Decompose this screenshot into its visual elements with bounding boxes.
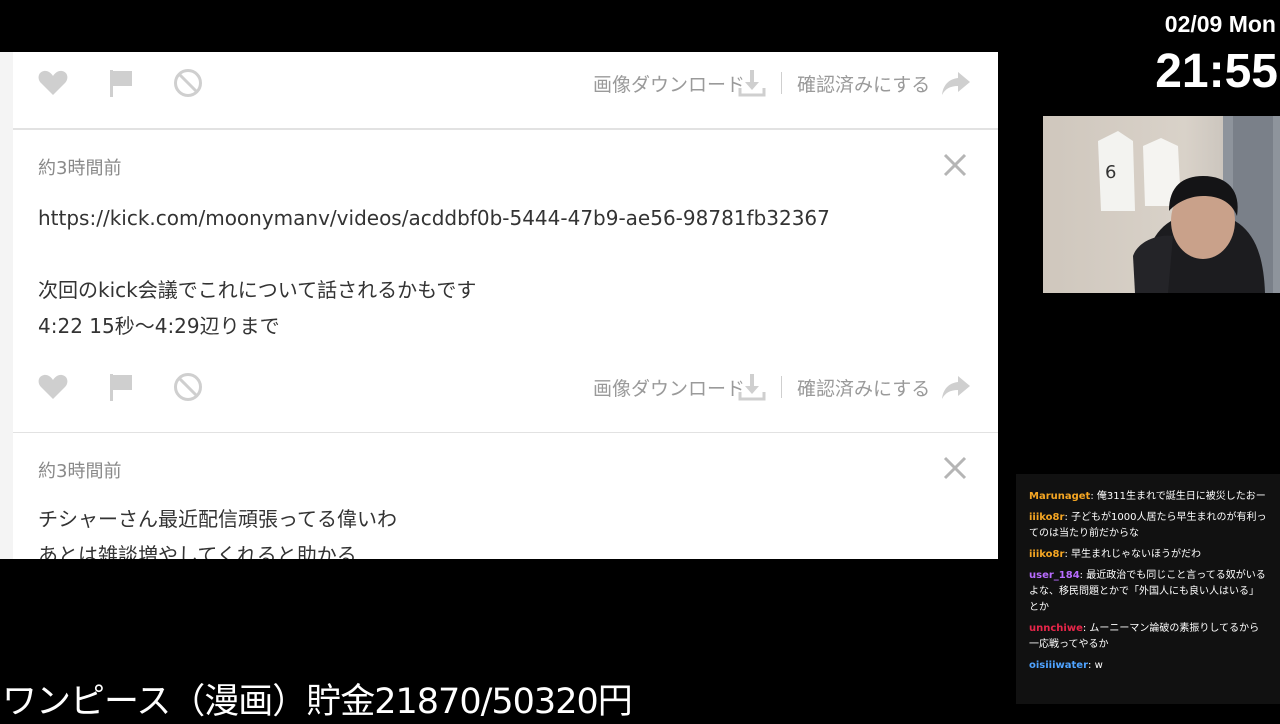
mark-confirmed-link[interactable]: 確認済みにする xyxy=(797,70,930,97)
post-actions: 画像ダウンロード 確認済みにする xyxy=(13,62,998,102)
post-line: 次回のkick会議でこれについて話されるかもです xyxy=(38,278,477,302)
download-icon[interactable] xyxy=(735,66,769,100)
chat-message: Marunaget: 俺311生まれで誕生日に被災したおー xyxy=(1029,491,1266,502)
post-line: チシャーさん最近配信頑張ってる偉いわ xyxy=(38,507,397,531)
clock-date: 02/09 Mon xyxy=(1164,11,1276,37)
post-timestamp: 約3時間前 xyxy=(38,461,122,482)
download-image-link[interactable]: 画像ダウンロード xyxy=(593,374,745,401)
chat-username[interactable]: iiiko8r xyxy=(1029,512,1064,523)
block-icon[interactable] xyxy=(171,66,205,100)
chat-username[interactable]: iiiko8r xyxy=(1029,549,1064,560)
action-separator xyxy=(781,72,782,94)
mark-confirmed-link[interactable]: 確認済みにする xyxy=(797,374,930,401)
heart-icon[interactable] xyxy=(36,66,70,100)
svg-text:6: 6 xyxy=(1105,162,1116,183)
share-arrow-icon[interactable] xyxy=(939,66,973,100)
clock-time: 21:55 xyxy=(1155,45,1278,98)
chat-text: 俺311生まれで誕生日に被災したおー xyxy=(1096,491,1266,502)
chat-username[interactable]: Marunaget xyxy=(1029,491,1090,502)
close-icon[interactable] xyxy=(942,152,968,178)
post-body: チシャーさん最近配信頑張ってる偉いわ あとは雑談増やしてくれると助かる xyxy=(38,501,397,559)
block-icon[interactable] xyxy=(171,370,205,404)
chat-message: oisiiiwater: w xyxy=(1029,660,1103,671)
flag-icon[interactable] xyxy=(104,370,138,404)
chat-cutoff-line xyxy=(1016,474,1280,489)
post-line xyxy=(38,236,830,272)
webcam-feed: 6 xyxy=(1043,116,1280,293)
post-line: 4:22 15秒～4:29辺りまで xyxy=(38,314,280,338)
savings-ticker: ワンピース（漫画）貯金21870/50320円 xyxy=(2,682,633,722)
post-line: あとは雑談増やしてくれると助かる xyxy=(38,543,357,559)
chat-text: w xyxy=(1094,660,1103,671)
chat-username[interactable]: user_184 xyxy=(1029,570,1080,581)
post-card: 約3時間前 チシャーさん最近配信頑張ってる偉いわ あとは雑談増やしてくれると助か… xyxy=(13,432,998,559)
chat-message: unnchiwe: ムーニーマン論破の素振りしてるから一応戦ってやるか xyxy=(1029,623,1260,650)
post-actions: 画像ダウンロード 確認済みにする xyxy=(13,366,998,406)
chat-text: 早生まれじゃないほうがだわ xyxy=(1071,549,1201,560)
download-icon[interactable] xyxy=(735,370,769,404)
chat-message: user_184: 最近政治でも同じこと言ってる奴がいるよな、移民問題とかで「外… xyxy=(1029,570,1266,613)
chat-message: iiiko8r: 子どもが1000人居たら早生まれのが有利ってのは当たり前だから… xyxy=(1029,512,1267,539)
post-body: https://kick.com/moonymanv/videos/acddbf… xyxy=(38,200,830,344)
chat-text: 子どもが1000人居たら早生まれのが有利ってのは当たり前だからな xyxy=(1029,512,1267,539)
chat-username[interactable]: oisiiiwater xyxy=(1029,660,1088,671)
post-card-previous: 画像ダウンロード 確認済みにする xyxy=(13,52,998,129)
webcam-image: 6 xyxy=(1098,116,1280,293)
post-link[interactable]: https://kick.com/moonymanv/videos/acddbf… xyxy=(38,200,830,236)
heart-icon[interactable] xyxy=(36,370,70,404)
chat-message: iiiko8r: 早生まれじゃないほうがだわ xyxy=(1029,549,1201,560)
post-card: 約3時間前 https://kick.com/moonymanv/videos/… xyxy=(13,129,998,433)
download-image-link[interactable]: 画像ダウンロード xyxy=(593,70,745,97)
post-timestamp: 約3時間前 xyxy=(38,158,122,179)
review-panel: 画像ダウンロード 確認済みにする 約3時間前 https://kick.com/… xyxy=(0,52,998,559)
chat-panel: Marunaget: 俺311生まれで誕生日に被災したおー iiiko8r: 子… xyxy=(1016,474,1280,704)
close-icon[interactable] xyxy=(942,455,968,481)
action-separator xyxy=(781,376,782,398)
chat-username[interactable]: unnchiwe xyxy=(1029,623,1083,634)
share-arrow-icon[interactable] xyxy=(939,370,973,404)
flag-icon[interactable] xyxy=(104,66,138,100)
